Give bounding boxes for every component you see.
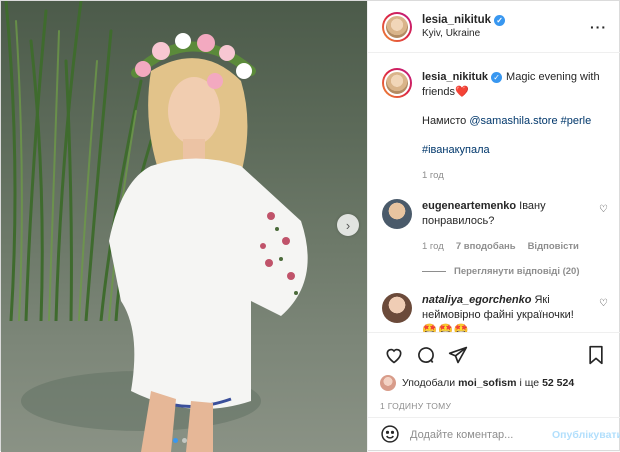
caption-text: Magic evening with	[506, 71, 600, 83]
post-location[interactable]: Kyiv, Ukraine	[422, 28, 505, 39]
share-icon[interactable]	[444, 341, 472, 369]
comment-username[interactable]: eugeneartemenko	[422, 200, 516, 212]
carousel-indicator	[173, 438, 187, 443]
post-side-panel: lesia_nikituk ✓ Kyiv, Ukraine ··· lesia_…	[367, 1, 620, 452]
comment-item: eugeneartemenko Івану понравилось? 1 год …	[382, 199, 608, 254]
verified-icon: ✓	[491, 72, 503, 83]
comment-like-icon[interactable]: ♡	[599, 204, 608, 215]
commenter-avatar[interactable]	[382, 293, 412, 323]
comment-item: nataliya_egorchenko Які неймовірно файні …	[382, 293, 608, 332]
view-replies-label[interactable]: Переглянути відповіді (20)	[454, 266, 580, 277]
comment-time[interactable]: 1 год	[422, 239, 444, 254]
likes-summary: Уподобали moi_sofism і ще 52 524	[380, 375, 610, 391]
person-illustration	[21, 33, 308, 452]
commenter-avatar[interactable]	[382, 199, 412, 229]
verified-icon: ✓	[494, 14, 506, 26]
likes-middle: і ще	[519, 377, 540, 389]
caption-avatar[interactable]	[382, 68, 412, 98]
bookmark-icon[interactable]	[582, 341, 610, 369]
comment-text: Івану	[519, 200, 546, 212]
comment-text-line2: неймовірно файні україночки!	[422, 309, 574, 321]
author-username-text[interactable]: lesia_nikituk	[422, 14, 491, 26]
comment-like-icon[interactable]: ♡	[599, 298, 608, 309]
publish-button[interactable]: Опублікувати	[552, 429, 620, 441]
chevron-right-icon: ›	[345, 217, 351, 233]
comment-input[interactable]	[410, 429, 552, 441]
necklace-text: Намисто	[422, 115, 467, 127]
comments-section: lesia_nikituk ✓ Magic evening with friends…	[368, 54, 620, 332]
view-replies-button[interactable]: Переглянути відповіді (20)	[422, 266, 608, 277]
reply-button[interactable]: Відповісти	[528, 239, 579, 254]
hashtag-link[interactable]: #perle	[561, 115, 592, 127]
carousel-dot	[182, 438, 187, 443]
comment-emojis: 🤩🤩🤩	[422, 323, 470, 332]
comment-username[interactable]: nataliya_egorchenko	[422, 294, 531, 306]
comment-text: Які	[534, 294, 550, 306]
caption-time[interactable]: 1 год	[422, 168, 444, 183]
hashtag-link[interactable]: #іванакупала	[422, 144, 490, 156]
post-timestamp[interactable]: 1 ГОДИНУ ТОМУ	[380, 401, 610, 411]
mention-link[interactable]: @samashila.store	[469, 115, 557, 127]
author-username[interactable]: lesia_nikituk ✓	[422, 14, 506, 26]
post-photo[interactable]: ›	[1, 1, 367, 452]
comment-text-line2: понравилось?	[422, 215, 495, 227]
add-comment-bar: Опублікувати	[368, 417, 620, 452]
caption-username[interactable]: lesia_nikituk	[422, 71, 488, 83]
likes-prefix: Уподобали	[402, 377, 456, 389]
author-avatar[interactable]	[382, 11, 412, 42]
post-actions: Уподобали moi_sofism і ще 52 524 1 ГОДИН…	[368, 332, 620, 419]
comment-likes[interactable]: 7 вподобань	[456, 239, 516, 254]
carousel-dot-active	[173, 438, 178, 443]
next-photo-button[interactable]: ›	[337, 214, 359, 236]
emoji-icon[interactable]	[380, 424, 400, 447]
heart-emoji: ❤️	[455, 86, 469, 98]
caption: lesia_nikituk ✓ Magic evening with friends…	[382, 68, 608, 183]
liker-avatar[interactable]	[380, 375, 396, 391]
post-header: lesia_nikituk ✓ Kyiv, Ukraine ···	[368, 1, 620, 53]
likes-count[interactable]: 52 524	[542, 377, 574, 389]
caption-text-line2: friends	[422, 86, 456, 98]
heart-icon[interactable]	[380, 341, 408, 369]
liker-username[interactable]: moi_sofism	[458, 377, 516, 389]
post-container: › lesia_nikituk ✓ Kyiv, Ukraine ··· lesi…	[0, 0, 620, 452]
more-icon[interactable]: ···	[590, 19, 607, 35]
comment-icon[interactable]	[412, 341, 440, 369]
